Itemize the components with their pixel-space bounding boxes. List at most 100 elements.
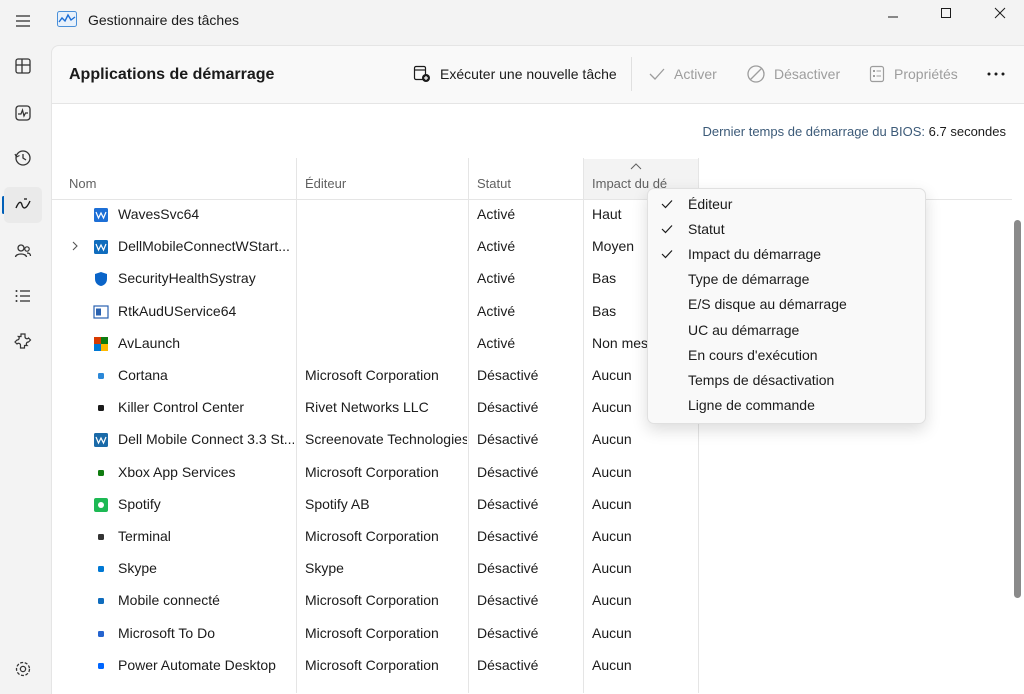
- close-icon: [994, 7, 1006, 19]
- menu-item[interactable]: UC au démarrage: [648, 319, 925, 344]
- enable-button[interactable]: Activer: [648, 58, 717, 90]
- cell-name: RtkAudUService64: [118, 302, 237, 319]
- menu-item-label: Éditeur: [688, 196, 733, 212]
- menu-item[interactable]: Ligne de commande: [648, 394, 925, 419]
- disable-button[interactable]: Désactiver: [746, 58, 840, 90]
- task-manager-app-icon: [57, 11, 77, 27]
- table-row[interactable]: Mobile connecté Microsoft Corporation Désa…: [52, 585, 1012, 617]
- spotify-icon: [94, 497, 108, 512]
- table-row[interactable]: Power Automate Desktop Microsoft Corporat…: [52, 650, 1012, 682]
- cell-publisher: Skype: [305, 560, 344, 577]
- block-icon: [747, 65, 765, 83]
- waves-icon: [94, 208, 108, 222]
- sidebar-item-startup-apps[interactable]: [4, 187, 42, 223]
- cell-name: Dell Mobile Connect 3.3 St...: [118, 431, 294, 448]
- cell-status: Activé: [477, 334, 516, 351]
- cell-impact: Aucun: [592, 560, 632, 577]
- menu-item-label: Temps de désactivation: [688, 371, 835, 388]
- xbox-icon: [98, 469, 104, 476]
- column-header-status[interactable]: Statut: [477, 176, 511, 191]
- bios-time-value: 6.7 secondes: [928, 124, 1006, 139]
- sidebar-item-app-history[interactable]: [4, 140, 42, 176]
- cell-impact: Aucun: [592, 528, 632, 544]
- processes-icon: [15, 58, 31, 74]
- column-header-name[interactable]: Nom: [69, 176, 96, 191]
- dell-mobile-connect-icon: [94, 240, 108, 255]
- cell-status: Désactivé: [477, 367, 539, 383]
- more-options-button[interactable]: [986, 58, 1014, 90]
- table-row[interactable]: Dell Mobile Connect 3.3 St... Screenovate…: [52, 424, 1012, 456]
- menu-item[interactable]: Impact du démarrage: [648, 243, 925, 268]
- killer-icon: [98, 405, 104, 412]
- menu-item[interactable]: Type de démarrage: [648, 268, 925, 293]
- menu-item-label: En cours d'exécution: [688, 346, 818, 363]
- sort-ascending-icon: [630, 163, 642, 170]
- cell-impact: Aucun: [592, 656, 632, 673]
- menu-item[interactable]: Statut: [648, 218, 925, 243]
- cell-impact: Aucun: [592, 431, 632, 448]
- table-row[interactable]: Xbox App Services Microsoft Corporation Dé…: [52, 457, 1012, 489]
- table-row[interactable]: Terminal Microsoft Corporation Désactivé Au…: [52, 521, 1012, 553]
- minimize-button[interactable]: [870, 0, 916, 26]
- phone-link-icon: [98, 598, 104, 605]
- cortana-icon: [98, 373, 104, 379]
- sidebar-item-details[interactable]: [4, 278, 42, 314]
- table-row[interactable]: Spotify Spotify AB Désactivé Aucun: [52, 489, 1012, 521]
- power-automate-icon: [98, 662, 104, 669]
- sidebar-item-services[interactable]: [4, 323, 42, 359]
- page-title: Applications de démarrage: [69, 66, 275, 83]
- cell-name: Spotify: [118, 495, 161, 512]
- menu-item[interactable]: En cours d'exécution: [648, 344, 925, 369]
- bios-time-label: Dernier temps de démarrage du BIOS: 6.7 …: [702, 124, 1006, 139]
- run-task-icon: [413, 65, 430, 82]
- more-dots-icon: [987, 72, 1005, 76]
- realtek-icon: [93, 304, 109, 319]
- cell-impact: Aucun: [592, 463, 632, 480]
- hamburger-button[interactable]: [4, 3, 42, 39]
- details-icon: [15, 290, 30, 302]
- sidebar: [0, 0, 50, 693]
- menu-item[interactable]: E/S disque au démarrage: [648, 293, 925, 318]
- cell-name: DellMobileConnectWStart...: [118, 238, 290, 255]
- sidebar-item-users[interactable]: [4, 233, 42, 269]
- title-bar: Gestionnaire des tâches: [0, 0, 1024, 44]
- vertical-scrollbar[interactable]: [1014, 220, 1021, 598]
- cell-status: Désactivé: [477, 528, 539, 544]
- cell-name: Skype: [118, 560, 157, 577]
- column-header-publisher[interactable]: Éditeur: [305, 176, 346, 191]
- cell-status: Activé: [477, 238, 516, 255]
- chevron-right-icon[interactable]: [70, 240, 80, 252]
- cell-status: Désactivé: [477, 592, 539, 609]
- menu-item[interactable]: Temps de désactivation: [648, 369, 925, 394]
- maximize-button[interactable]: [923, 0, 969, 26]
- close-button[interactable]: [977, 0, 1023, 26]
- cell-name: AvLaunch: [118, 334, 181, 351]
- cell-publisher: Microsoft Corporation: [305, 656, 439, 673]
- cell-publisher: Rivet Networks LLC: [305, 399, 429, 416]
- history-icon: [14, 150, 31, 166]
- properties-button[interactable]: Propriétés: [868, 58, 958, 90]
- checkmark-icon: [649, 68, 665, 80]
- terminal-icon: [98, 534, 104, 540]
- avlaunch-icon: [94, 336, 108, 351]
- menu-item-label: Type de démarrage: [688, 271, 810, 288]
- cell-name: Terminal: [118, 528, 171, 544]
- cell-name: SecurityHealthSystray: [118, 270, 256, 287]
- sidebar-item-settings[interactable]: [4, 651, 42, 687]
- gear-icon: [15, 661, 31, 677]
- cell-impact: Aucun: [592, 624, 632, 641]
- sidebar-item-performance[interactable]: [4, 95, 42, 131]
- enable-label: Activer: [674, 66, 717, 82]
- menu-item[interactable]: Éditeur: [648, 193, 925, 218]
- shield-icon: [95, 272, 107, 287]
- table-row[interactable]: Skype Skype Désactivé Aucun: [52, 553, 1012, 585]
- cell-name: Cortana: [118, 367, 168, 383]
- skype-icon: [98, 566, 104, 573]
- sidebar-item-processes[interactable]: [4, 48, 42, 84]
- cell-name: Power Automate Desktop: [118, 656, 276, 673]
- startup-apps-icon: [15, 198, 31, 209]
- cell-status: Activé: [477, 206, 516, 222]
- run-new-task-button[interactable]: Exécuter une nouvelle tâche: [412, 58, 617, 90]
- properties-label: Propriétés: [894, 66, 958, 82]
- table-row[interactable]: Microsoft To Do Microsoft Corporation Désa…: [52, 618, 1012, 650]
